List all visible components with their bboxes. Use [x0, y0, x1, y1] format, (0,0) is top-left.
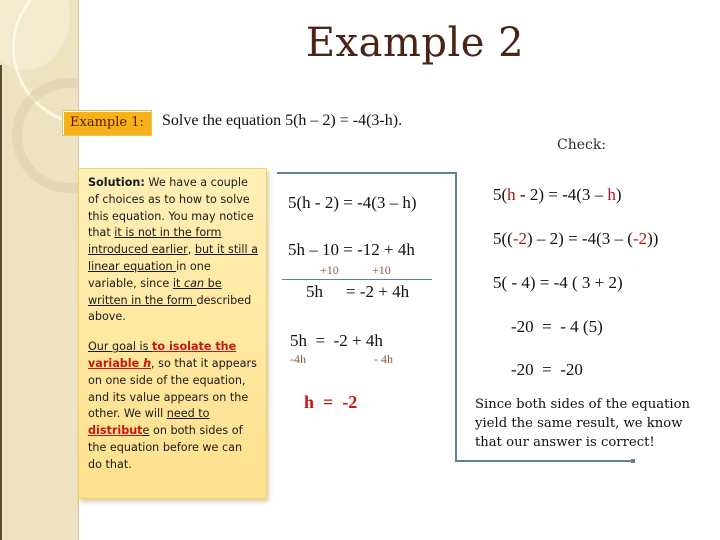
underlined-text: Our goal is	[88, 340, 153, 354]
work-subtract-left: -4h	[290, 352, 306, 366]
underlined-text: it	[172, 276, 184, 290]
text: ,	[187, 243, 195, 257]
underlined-text: need to	[166, 407, 210, 421]
substituted-value: h	[607, 185, 616, 204]
check-heading: Check:	[557, 137, 607, 153]
substituted-value: h	[507, 185, 516, 204]
bracket-line-bottom	[455, 459, 635, 463]
problem-statement: Solve the equation 5(h – 2) = -4(3-h).	[162, 112, 403, 129]
bracket-line-vertical	[455, 172, 457, 462]
solution-note: Solution: We have a couple of choices as…	[78, 168, 267, 499]
solution-paragraph-1: Solution: We have a couple of choices as…	[88, 175, 258, 326]
check-step-2: 5((-2) – 2) = -4(3 – (-2))	[493, 229, 658, 249]
check-step-1: 5(h - 2) = -4(3 – h)	[493, 185, 622, 205]
strip-edge	[0, 65, 2, 540]
work-add-right: +10	[372, 263, 391, 277]
work-step-3-left: 5h	[306, 282, 323, 301]
solution-lead: Solution:	[88, 176, 145, 189]
work-step-3-right: = -2 + 4h	[346, 282, 410, 301]
bracket-line-top	[277, 172, 456, 174]
check-conclusion: Since both sides of the equation yield t…	[475, 397, 691, 450]
substituted-value: -2	[512, 229, 527, 248]
work-step-1: 5(h - 2) = -4(3 – h)	[288, 193, 417, 212]
work-step-2: 5h – 10 = -12 + 4h	[288, 240, 415, 259]
example-badge: Example 1:	[62, 110, 152, 136]
substituted-value: -2	[632, 229, 648, 248]
decorative-side-strip	[0, 0, 79, 540]
highlighted-text: distribut	[88, 424, 143, 438]
work-add-left: +10	[320, 263, 339, 277]
work-divider	[282, 279, 432, 280]
check-step-5: -20 = -20	[511, 360, 583, 379]
slide-title: Example 2	[305, 20, 525, 66]
check-step-3: 5( - 4) = -4 ( 3 + 2)	[493, 273, 623, 292]
text: 5(	[493, 185, 508, 204]
underlined-italic-text: can	[183, 276, 205, 290]
text: - 2) = -4(3 –	[515, 185, 608, 204]
text: 5((	[493, 229, 513, 248]
final-answer: h = -2	[304, 392, 358, 412]
text: ))	[647, 229, 659, 248]
text: )	[615, 185, 622, 204]
highlighted-variable: h	[143, 356, 152, 370]
solution-paragraph-2: Our goal is to isolate the variable h, s…	[88, 339, 258, 473]
work-subtract-right: - 4h	[374, 352, 393, 366]
check-step-4: -20 = - 4 (5)	[511, 317, 603, 336]
text: ) – 2) = -4(3 – (	[527, 229, 633, 248]
work-step-4: 5h = -2 + 4h	[290, 331, 383, 350]
